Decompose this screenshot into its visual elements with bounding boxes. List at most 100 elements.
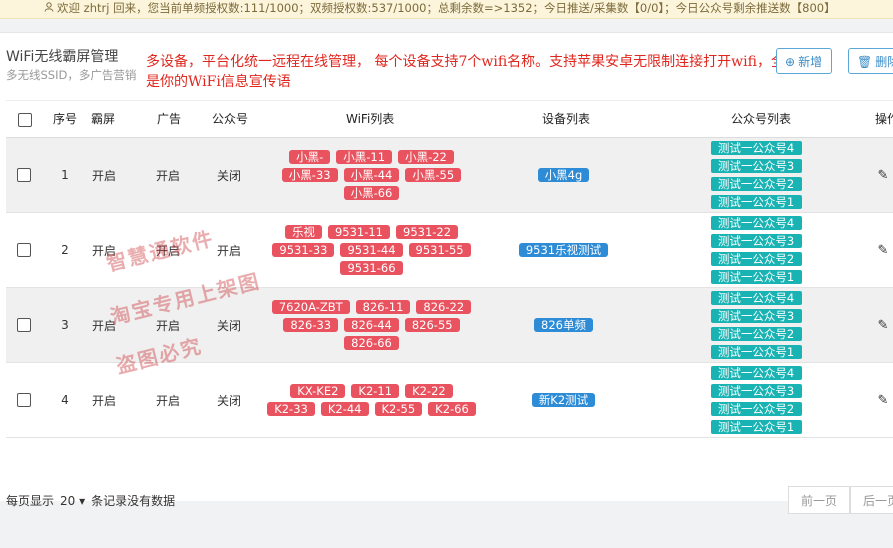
cell-no: 4 (46, 363, 84, 437)
account-tag: 测试一公众号1 (710, 420, 802, 434)
cell-no: 2 (46, 213, 84, 287)
row-checkbox[interactable] (17, 168, 31, 182)
gzh-status: 开启 (216, 243, 241, 258)
header-bapin: 霸屏 (91, 112, 116, 126)
trash-icon: 🗑 (857, 55, 873, 69)
table-header: 序号 霸屏 广告 公众号 WiFi列表 设备列表 公众号列表 操作 (6, 100, 893, 138)
no-data-text: 条记录没有数据 (91, 494, 176, 508)
wifi-tag: 9531-66 (340, 261, 403, 275)
row-checkbox-cell (6, 363, 42, 437)
bapin-status: 开启 (91, 168, 116, 183)
notice-text: 欢迎 zhtrj 回来，您当前单频授权数:111/1000；双频授权数:537/… (57, 1, 836, 15)
wifi-tag: 826-44 (344, 318, 399, 332)
caret-down-icon: ▾ (79, 494, 86, 508)
wifi-tag: K2-66 (428, 402, 476, 416)
gzh-status: 关闭 (216, 393, 241, 408)
bapin-status: 开启 (91, 393, 116, 408)
wifi-tag: 小黑-55 (405, 168, 462, 182)
gzh-status: 关闭 (216, 168, 241, 183)
wifi-tag: 9531-33 (272, 243, 335, 257)
wifi-tag: 826-22 (416, 300, 472, 314)
account-tag: 测试一公众号3 (710, 309, 802, 323)
wifi-tag: 小黑-22 (398, 150, 454, 164)
row-checkbox[interactable] (17, 318, 31, 332)
wifi-tag: 乐视 (284, 225, 322, 239)
cell-device-list: 新K2测试 (496, 363, 631, 437)
cell-wifi-list: 7620A-ZBT 826-11 826-22 826-33 826-44 826-55 8… (264, 288, 479, 362)
cell-account-list: 测试一公众号4 测试一公众号3 测试一公众号2 测试一公众号1 (701, 213, 811, 287)
notice-bar: 欢迎 zhtrj 回来，您当前单频授权数:111/1000；双频授权数:537/… (0, 0, 893, 19)
row-checkbox[interactable] (17, 393, 31, 407)
account-tag: 测试一公众号1 (710, 270, 802, 284)
cell-wifi-list: 乐视 9531-11 9531-22 9531-33 9531-44 9531-55 953… (264, 213, 479, 287)
account-tag: 测试一公众号2 (710, 252, 802, 266)
account-tag: 测试一公众号1 (710, 195, 802, 209)
prev-page-button[interactable]: 前一页 (788, 486, 850, 514)
device-tag: 826单频 (534, 318, 593, 332)
wifi-tag: 小黑-11 (336, 150, 393, 164)
page-size-bar: 每页显示 20 ▾ 条记录没有数据 (6, 492, 175, 509)
wifi-tag: 826-66 (344, 336, 399, 350)
add-button[interactable]: ⊕ 新增 (776, 48, 832, 74)
header-actions: 操作 (875, 112, 893, 126)
account-tag: 测试一公众号3 (710, 159, 802, 173)
page-size-select[interactable]: 20 ▾ (60, 494, 85, 508)
header-account-list: 公众号列表 (731, 112, 792, 126)
add-button-label: 新增 (798, 55, 823, 69)
account-tag: 测试一公众号2 (710, 327, 802, 341)
account-tag: 测试一公众号3 (710, 234, 802, 248)
account-tag: 测试一公众号2 (710, 402, 802, 416)
row-checkbox-cell (6, 213, 42, 287)
table-body: 1 开启 开启 关闭 小黑- 小黑-11 小黑-22 小黑-33 小黑-44 小黑-55 小黑-66… (6, 138, 893, 438)
page-subtitle: 多无线SSID，多广告营销 (6, 68, 137, 82)
ad-status: 开启 (155, 318, 180, 333)
row-checkbox[interactable] (17, 243, 31, 257)
wifi-tag: 9531-22 (396, 225, 459, 239)
account-tag: 测试一公众号4 (710, 366, 802, 380)
pencil-icon[interactable]: ✎ (878, 168, 889, 183)
cell-no: 1 (46, 138, 84, 212)
header-wifi-list: WiFi列表 (346, 112, 395, 126)
plus-circle-icon: ⊕ (785, 55, 796, 69)
user-icon (44, 0, 55, 17)
wifi-tag: 9531-55 (408, 243, 471, 257)
row-number: 1 (61, 168, 69, 182)
account-tag-group: 测试一公众号4 测试一公众号3 测试一公众号2 测试一公众号1 (710, 291, 802, 359)
wifi-tag: 9531-11 (327, 225, 390, 239)
row-number: 4 (61, 393, 69, 407)
next-page-button[interactable]: 后一页 (850, 486, 893, 514)
header-ad: 广告 (157, 112, 182, 126)
device-tag: 9531乐视测试 (518, 243, 609, 257)
account-tag-group: 测试一公众号4 测试一公众号3 测试一公众号2 测试一公众号1 (710, 141, 802, 209)
wifi-tag: KX-KE2 (290, 384, 346, 398)
pencil-icon[interactable]: ✎ (878, 243, 889, 258)
wifi-tag: 9531-44 (340, 243, 403, 257)
account-tag: 测试一公众号4 (710, 216, 802, 230)
device-tag: 小黑4g (537, 168, 590, 182)
wifi-tag: 小黑-33 (281, 168, 338, 182)
wifi-tag: K2-44 (320, 402, 369, 416)
cell-no: 3 (46, 288, 84, 362)
device-tag: 新K2测试 (531, 393, 596, 407)
account-tag: 测试一公众号4 (710, 291, 802, 305)
pencil-icon[interactable]: ✎ (878, 393, 889, 408)
cell-actions: ✎ (872, 138, 893, 212)
wifi-tag: K2-11 (351, 384, 400, 398)
pencil-icon[interactable]: ✎ (878, 318, 889, 333)
wifi-tag: 826-33 (283, 318, 339, 332)
cell-ad: 开启 (148, 138, 188, 212)
wifi-tag-group: 乐视 9531-11 9531-22 9531-33 9531-44 9531-55 953… (264, 225, 479, 275)
delete-button-label: 删除 (875, 55, 893, 69)
cell-device-list: 826单频 (496, 288, 631, 362)
cell-ad: 开启 (148, 363, 188, 437)
cell-device-list: 9531乐视测试 (496, 213, 631, 287)
delete-button[interactable]: 🗑删除 (848, 48, 893, 74)
cell-gzh: 关闭 (209, 363, 249, 437)
wifi-tag: 826-55 (404, 318, 460, 332)
wifi-tag: 小黑- (289, 150, 331, 164)
per-page-label: 每页显示 (6, 494, 55, 508)
cell-wifi-list: KX-KE2 K2-11 K2-22 K2-33 K2-44 K2-55 K2-66 (264, 363, 479, 437)
ad-status: 开启 (155, 393, 180, 408)
select-all-checkbox[interactable] (18, 113, 32, 127)
header-gzh: 公众号 (212, 112, 249, 126)
